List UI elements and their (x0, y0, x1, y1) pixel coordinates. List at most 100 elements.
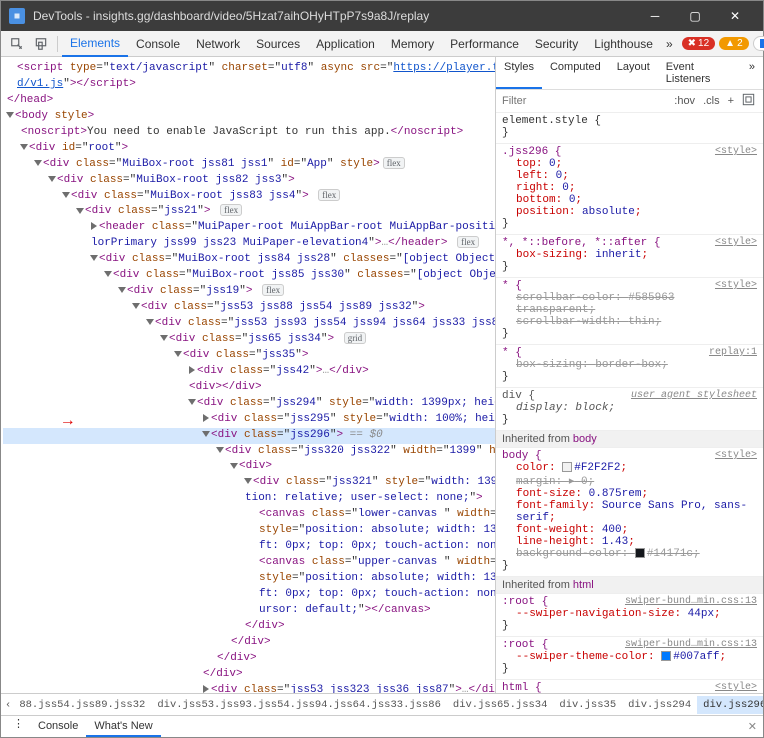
dom-node[interactable]: <div> (3, 459, 495, 475)
rule-div-ua[interactable]: user agent stylesheet div { display: blo… (496, 388, 763, 431)
cls-button[interactable]: .cls (699, 94, 724, 108)
styles-panel: Styles Computed Layout Event Listeners »… (495, 57, 763, 693)
box-model-icon[interactable] (738, 92, 759, 110)
rule-jss296[interactable]: <style> .jss296 { top: 0; left: 0; right… (496, 144, 763, 235)
add-rule-icon[interactable]: + (724, 94, 738, 108)
rule-root-theme[interactable]: swiper-bund…min.css:13 :root { --swiper-… (496, 637, 763, 680)
dom-node[interactable]: </head> (3, 93, 495, 109)
dom-node[interactable]: <noscript>You need to enable JavaScript … (3, 125, 495, 141)
more-tabs-icon[interactable]: » (661, 35, 678, 53)
drawer-tab-whatsnew[interactable]: What's New (86, 717, 160, 737)
breadcrumb-item[interactable]: div.jss294 (622, 696, 697, 714)
rule-star-box[interactable]: replay:1 * { box-sizing: border-box; } (496, 345, 763, 388)
source-link[interactable]: <style> (715, 146, 757, 157)
warning-badge[interactable]: ▲ 2 (719, 37, 748, 50)
dom-node[interactable]: tion: relative; user-select: none;"> (3, 491, 495, 507)
dom-node[interactable]: <canvas class="upper-canvas " width="139… (3, 555, 495, 571)
breadcrumb-item[interactable]: div.jss65.jss34 (447, 696, 554, 714)
dom-node[interactable]: <div class="jss53 jss88 jss54 jss89 jss3… (3, 300, 495, 316)
dom-node[interactable]: ft: 0px; top: 0px; touch-action: none; u… (3, 587, 495, 603)
tab-network[interactable]: Network (188, 32, 248, 56)
breadcrumbs[interactable]: ‹ 88.jss54.jss89.jss32 div.jss53.jss93.j… (1, 693, 763, 715)
tab-console[interactable]: Console (128, 32, 188, 56)
inspect-element-icon[interactable] (5, 35, 29, 53)
close-button[interactable]: ✕ (715, 1, 755, 31)
dom-node[interactable]: <div class="jss65 jss34"> grid (3, 332, 495, 348)
dom-node[interactable]: <div class="MuiBox-root jss85 jss30" cla… (3, 268, 495, 284)
breadcrumb-item-selected[interactable]: div.jss296 (697, 696, 763, 714)
dom-node[interactable]: <div></div> (3, 380, 495, 396)
dom-node[interactable]: <div class="jss35"> (3, 348, 495, 364)
drawer-close-icon[interactable]: ✕ (748, 720, 757, 733)
dom-node[interactable]: <div class="jss295" style="width: 100%; … (3, 412, 495, 428)
breadcrumb-item[interactable]: div.jss53.jss93.jss54.jss94.jss64.jss33.… (151, 696, 447, 714)
rule-body[interactable]: <style> body { color: #F2F2F2; margin: ▸… (496, 448, 763, 577)
dom-node[interactable]: <div class="jss321" style="width: 1399px… (3, 475, 495, 491)
issue-badge[interactable]: 1 (753, 36, 764, 51)
dom-node[interactable]: <div class="MuiBox-root jss83 jss4"> fle… (3, 189, 495, 205)
tab-computed[interactable]: Computed (542, 57, 609, 89)
dom-node[interactable]: <header class="MuiPaper-root MuiAppBar-r… (3, 220, 495, 236)
tab-security[interactable]: Security (527, 32, 586, 56)
window-controls: ─ ▢ ✕ (635, 1, 755, 31)
breadcrumb-item[interactable]: 88.jss54.jss89.jss32 (13, 696, 151, 714)
dom-node[interactable]: </div> (3, 667, 495, 683)
tab-elements[interactable]: Elements (62, 31, 128, 57)
tab-performance[interactable]: Performance (442, 32, 527, 56)
drawer-tab-console[interactable]: Console (30, 717, 86, 737)
dom-node[interactable]: </div> (3, 635, 495, 651)
tab-layout[interactable]: Layout (609, 57, 658, 89)
tab-memory[interactable]: Memory (383, 32, 442, 56)
dom-node[interactable]: <script type="text/javascript" charset="… (3, 61, 495, 77)
device-mode-icon[interactable] (29, 35, 53, 53)
dom-node[interactable]: <div class="MuiBox-root jss82 jss3"> (3, 173, 495, 189)
minimize-button[interactable]: ─ (635, 1, 675, 31)
dom-node[interactable]: <div class="jss19"> flex (3, 284, 495, 300)
dom-node[interactable]: <div id="root"> (3, 141, 495, 157)
dom-node[interactable]: <div class="MuiBox-root jss84 jss28" cla… (3, 252, 495, 268)
main-area: → <script type="text/javascript" charset… (1, 57, 763, 693)
dom-node-selected[interactable]: <div class="jss296"> == $0 (3, 428, 495, 444)
dom-node[interactable]: <div class="jss21"> flex (3, 204, 495, 220)
filter-input[interactable] (500, 93, 670, 109)
dom-node[interactable]: lorPrimary jss99 jss23 MuiPaper-elevatio… (3, 236, 495, 252)
hov-button[interactable]: :hov (670, 94, 699, 108)
dom-node[interactable]: </div> (3, 619, 495, 635)
more-styles-tabs-icon[interactable]: » (741, 57, 763, 89)
elements-panel[interactable]: → <script type="text/javascript" charset… (1, 57, 495, 693)
breadcrumb-scroll-left[interactable]: ‹ (1, 696, 13, 714)
dom-node[interactable]: ursor: default;"></canvas> (3, 603, 495, 619)
styles-tabs: Styles Computed Layout Event Listeners » (496, 57, 763, 90)
rule-root-nav[interactable]: swiper-bund…min.css:13 :root { --swiper-… (496, 594, 763, 637)
main-tabbar: Elements Console Network Sources Applica… (1, 31, 763, 57)
breadcrumb-item[interactable]: div.jss35 (553, 696, 622, 714)
tab-application[interactable]: Application (308, 32, 383, 56)
dom-node[interactable]: <div class="MuiBox-root jss81 jss1" id="… (3, 157, 495, 173)
dom-node[interactable]: style="position: absolute; width: 1399px… (3, 571, 495, 587)
flex-badge[interactable]: flex (383, 157, 405, 169)
drawer-kebab-icon[interactable]: ⋮ (7, 717, 30, 737)
rule-element-style[interactable]: element.style { } (496, 113, 763, 144)
tab-lighthouse[interactable]: Lighthouse (586, 32, 661, 56)
tab-sources[interactable]: Sources (248, 32, 308, 56)
error-badge[interactable]: ✖ 12 (682, 37, 716, 50)
dom-node[interactable]: <div class="jss320 jss322" width="1399" … (3, 444, 495, 460)
dom-node[interactable]: d/v1.js"></script> (3, 77, 495, 93)
color-swatch[interactable] (562, 462, 572, 472)
dom-node[interactable]: <div class="jss42">…</div> (3, 364, 495, 380)
dom-node[interactable]: style="position: absolute; width: 1399px… (3, 523, 495, 539)
dom-node[interactable]: <body style> (3, 109, 495, 125)
dom-node[interactable]: <div class="jss53 jss323 jss36 jss87">…<… (3, 683, 495, 693)
dom-node[interactable]: <div class="jss53 jss93 jss54 jss94 jss6… (3, 316, 495, 332)
rule-html[interactable]: <style> html { box-sizing: border-box; -… (496, 680, 763, 693)
dom-node[interactable]: </div> (3, 651, 495, 667)
tab-event-listeners[interactable]: Event Listeners (658, 57, 741, 89)
dom-node[interactable]: ft: 0px; top: 0px; touch-action: none; u… (3, 539, 495, 555)
rule-star-scroll[interactable]: <style> * { scrollbar-color: #585963 tra… (496, 278, 763, 345)
dom-node[interactable]: <div class="jss294" style="width: 1399px… (3, 396, 495, 412)
tab-styles[interactable]: Styles (496, 57, 542, 89)
styles-body[interactable]: element.style { } <style> .jss296 { top:… (496, 113, 763, 693)
maximize-button[interactable]: ▢ (675, 1, 715, 31)
dom-node[interactable]: <canvas class="lower-canvas " width="139… (3, 507, 495, 523)
rule-before-after[interactable]: <style> *, *::before, *::after { box-siz… (496, 235, 763, 278)
